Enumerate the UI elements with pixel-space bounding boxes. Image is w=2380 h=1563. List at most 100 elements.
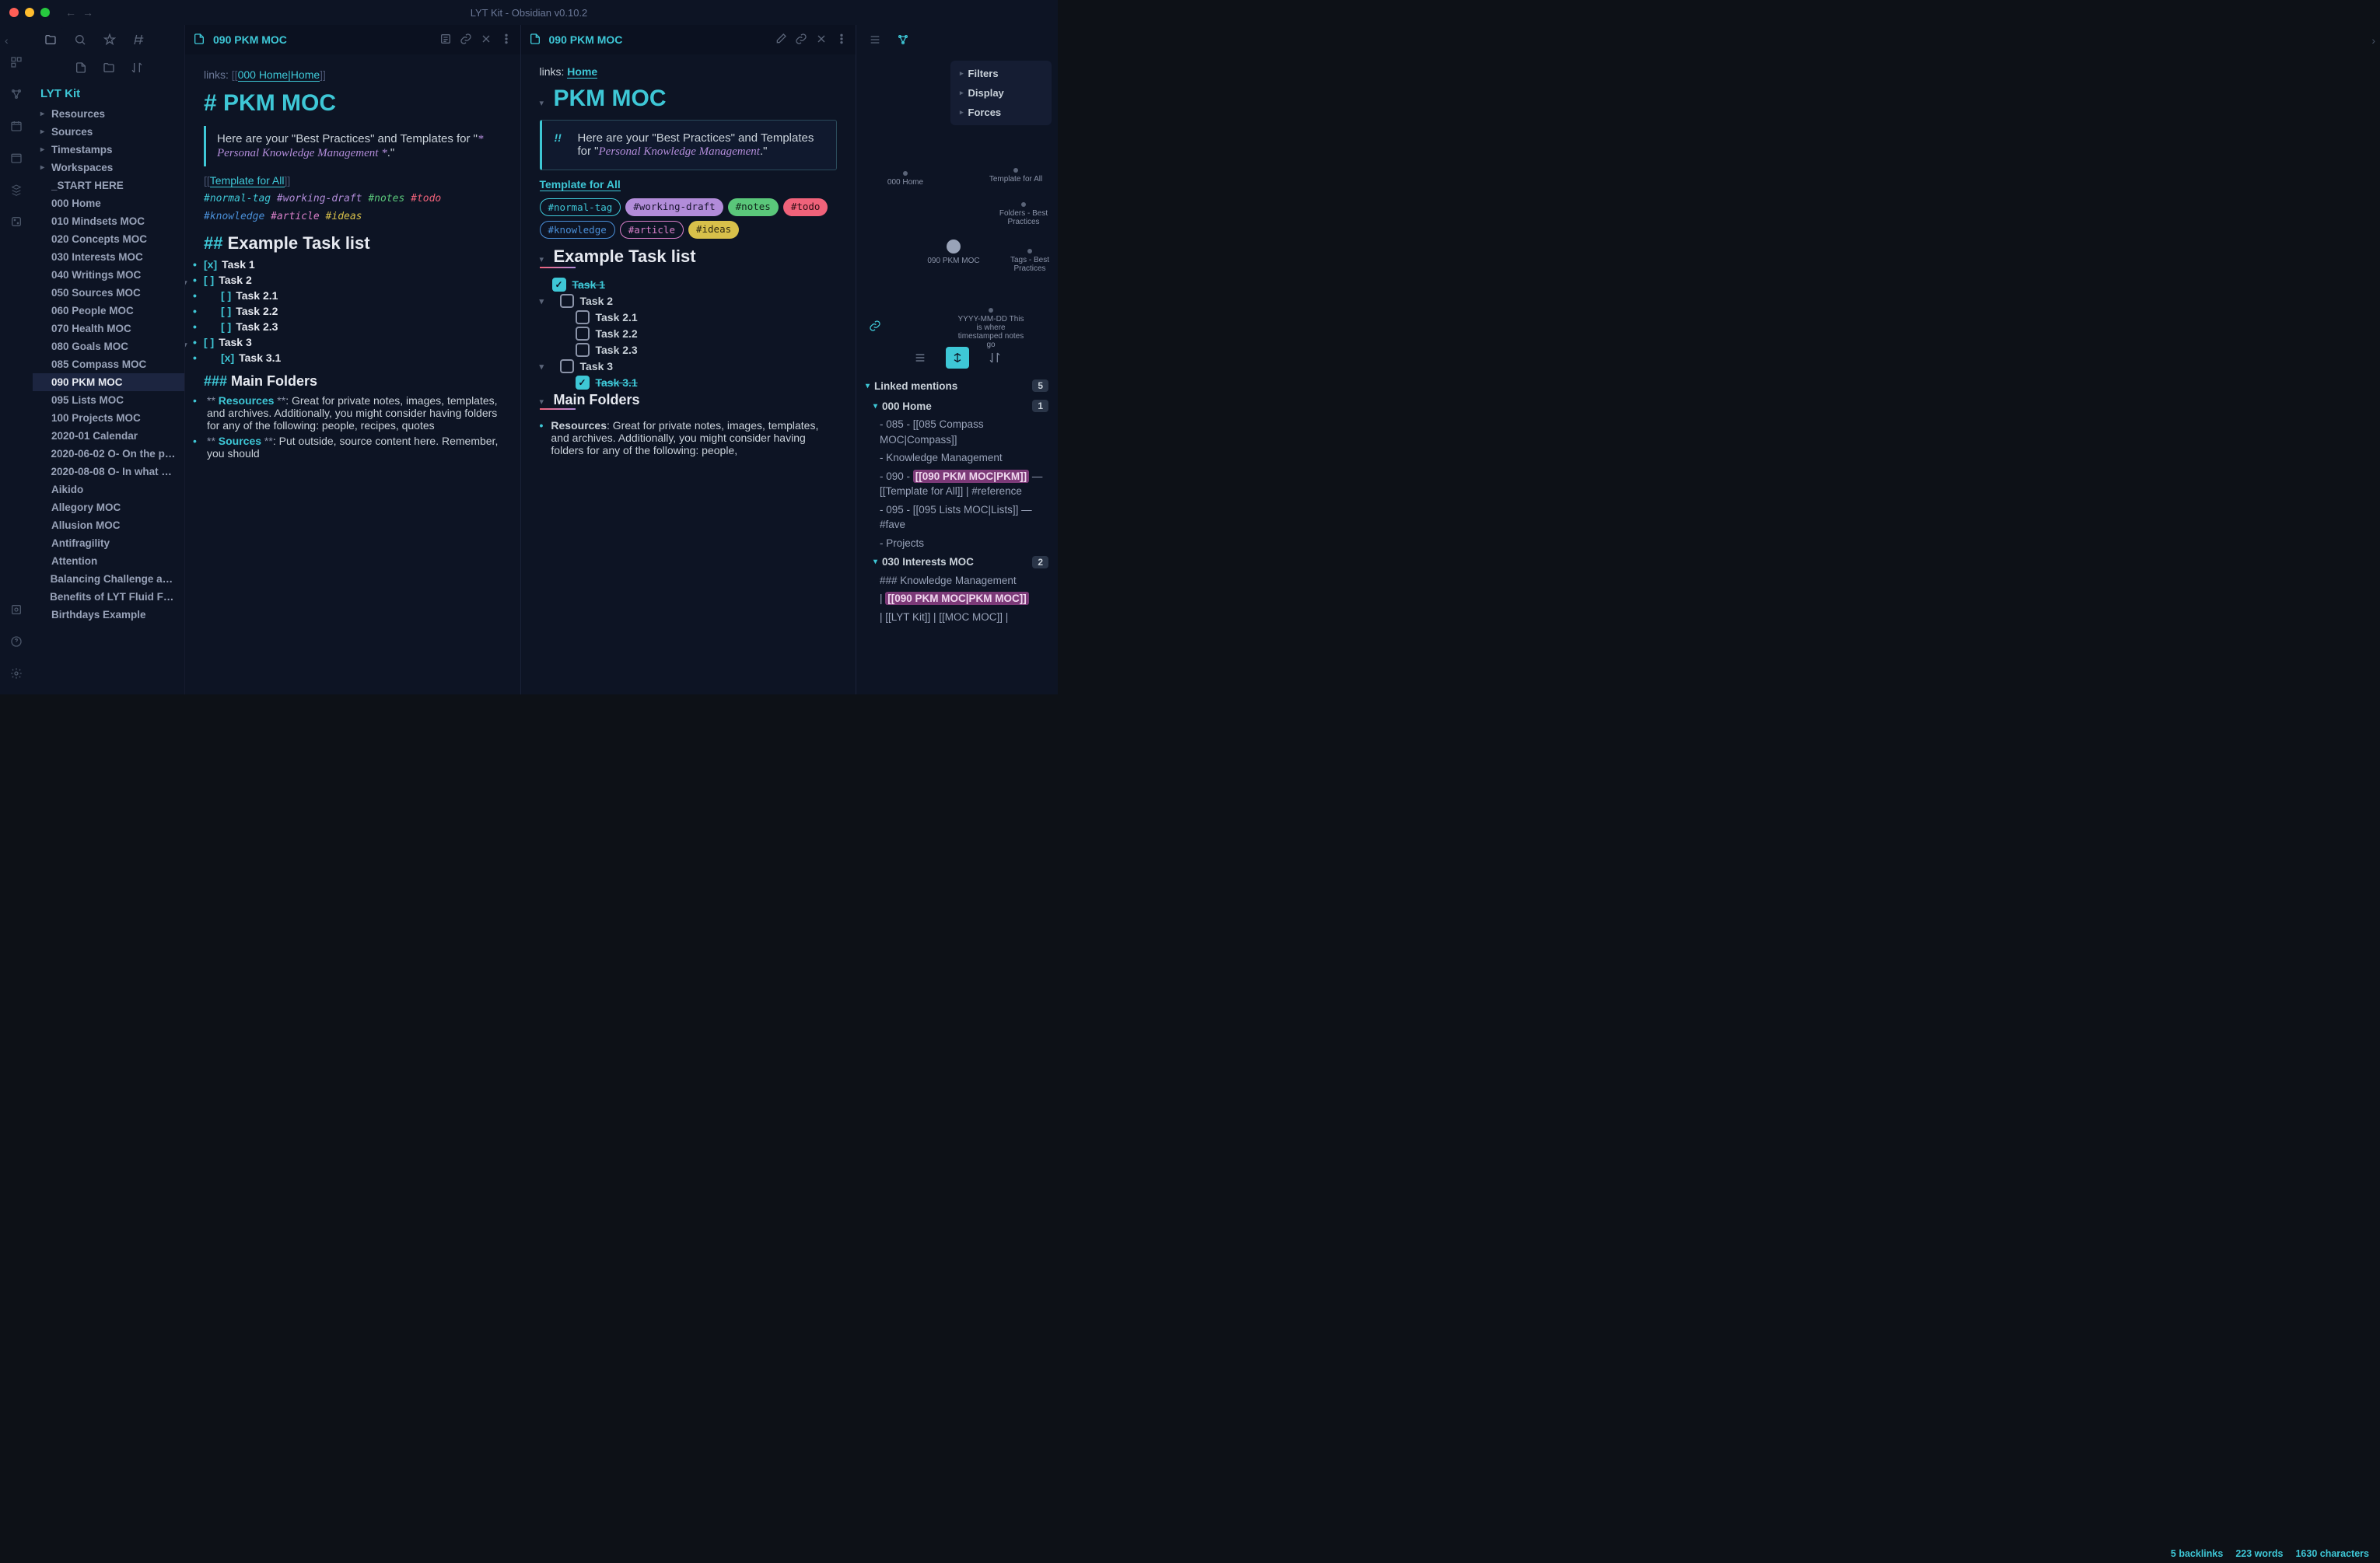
tag-pill[interactable]: #working-draft bbox=[625, 198, 723, 216]
backlink-match[interactable]: - 095 - [[095 Lists MOC|Lists]] — #fave bbox=[866, 501, 1048, 534]
collapse-right-icon[interactable]: › bbox=[2371, 34, 2375, 47]
tag-pill[interactable]: #ideas bbox=[688, 221, 739, 239]
graph-node[interactable]: Folders - Best Practices bbox=[989, 202, 1059, 226]
task-line[interactable]: •[ ]Task 2.3 bbox=[204, 320, 502, 333]
tree-folder[interactable]: ▸Resources bbox=[33, 105, 184, 123]
tree-file[interactable]: 2020-01 Calendar bbox=[33, 427, 184, 445]
graph-setting-group[interactable]: ▸Filters bbox=[954, 64, 1048, 83]
sort-results-icon[interactable] bbox=[983, 347, 1006, 369]
status-char-count[interactable]: 1630 characters bbox=[2295, 1548, 2369, 1559]
tag[interactable]: #article bbox=[271, 211, 325, 222]
backlink-file-group[interactable]: ▾030 Interests MOC2 bbox=[866, 553, 1048, 572]
tree-file[interactable]: Attention bbox=[33, 552, 184, 570]
linked-mentions-header[interactable]: ▾ Linked mentions 5 bbox=[866, 375, 1048, 397]
edit-mode-icon[interactable] bbox=[775, 33, 787, 47]
more-options-icon[interactable] bbox=[500, 33, 513, 47]
more-options-icon[interactable] bbox=[835, 33, 848, 47]
backlinks-tab[interactable] bbox=[861, 314, 889, 337]
editor-body[interactable]: links: [[000 Home|Home]] ▾# PKM MOC Here… bbox=[185, 54, 520, 694]
tag[interactable]: #knowledge bbox=[204, 211, 271, 222]
tree-file[interactable]: Balancing Challenge and Sk bbox=[33, 570, 184, 588]
tree-file[interactable]: 000 Home bbox=[33, 194, 184, 212]
task-item[interactable]: ▾Task 3 bbox=[540, 359, 838, 373]
tree-file[interactable]: 085 Compass MOC bbox=[33, 355, 184, 373]
tree-file[interactable]: 010 Mindsets MOC bbox=[33, 212, 184, 230]
task-item[interactable]: ✓Task 3.1 bbox=[540, 376, 838, 390]
tag-pill[interactable]: #normal-tag bbox=[540, 198, 621, 216]
tree-file[interactable]: 080 Goals MOC bbox=[33, 337, 184, 355]
pane-title[interactable]: 090 PKM MOC bbox=[549, 33, 623, 46]
quick-switcher-icon[interactable] bbox=[10, 56, 23, 71]
internal-link[interactable]: Template for All bbox=[540, 178, 621, 191]
outline-tab[interactable] bbox=[861, 28, 889, 51]
show-context-icon[interactable] bbox=[946, 347, 969, 369]
window-maximize-button[interactable] bbox=[40, 8, 50, 17]
tree-file[interactable]: Antifragility bbox=[33, 534, 184, 552]
graph-setting-group[interactable]: ▸Display bbox=[954, 83, 1048, 103]
backlink-match[interactable]: | [[LYT Kit]] | [[MOC MOC]] | bbox=[866, 608, 1048, 627]
task-item[interactable]: Task 2.1 bbox=[540, 310, 838, 324]
preview-body[interactable]: links: Home ▾PKM MOC !! Here are your "B… bbox=[521, 54, 856, 694]
collapse-results-icon[interactable] bbox=[908, 347, 932, 369]
tree-file[interactable]: 040 Writings MOC bbox=[33, 266, 184, 284]
vault-icon[interactable] bbox=[10, 603, 23, 618]
graph-node[interactable]: 090 PKM MOC bbox=[919, 240, 989, 265]
local-graph[interactable]: ▸Filters▸Display▸Forces 000 HomeTemplate… bbox=[856, 54, 1058, 311]
tree-file[interactable]: _START HERE bbox=[33, 177, 184, 194]
backlink-match[interactable]: - Knowledge Management bbox=[866, 449, 1048, 467]
daily-notes-icon[interactable] bbox=[10, 120, 23, 135]
nav-back-icon[interactable]: ← bbox=[65, 6, 76, 19]
task-line[interactable]: •[x]Task 1 bbox=[204, 258, 502, 271]
vault-title[interactable]: LYT Kit bbox=[33, 82, 184, 105]
tag-pill[interactable]: #notes bbox=[728, 198, 779, 216]
preview-mode-icon[interactable] bbox=[439, 33, 452, 47]
tree-file[interactable]: 060 People MOC bbox=[33, 302, 184, 320]
task-item[interactable]: Task 2.2 bbox=[540, 327, 838, 341]
tag-pill[interactable]: #todo bbox=[783, 198, 828, 216]
tag-pill[interactable]: #knowledge bbox=[540, 221, 615, 239]
tree-file[interactable]: 2020-08-08 O- In what way bbox=[33, 463, 184, 481]
close-pane-icon[interactable] bbox=[480, 33, 492, 47]
task-item[interactable]: Task 2.3 bbox=[540, 343, 838, 357]
help-icon[interactable] bbox=[10, 635, 23, 650]
file-explorer-tab[interactable] bbox=[37, 28, 64, 51]
tree-file[interactable]: Allusion MOC bbox=[33, 516, 184, 534]
local-graph-tab[interactable] bbox=[889, 28, 917, 51]
fold-icon[interactable]: ▾ bbox=[540, 397, 549, 407]
tree-file[interactable]: 090 PKM MOC bbox=[33, 373, 184, 391]
sort-icon[interactable] bbox=[131, 61, 143, 76]
new-folder-icon[interactable] bbox=[103, 61, 115, 76]
tree-file[interactable]: 070 Health MOC bbox=[33, 320, 184, 337]
checkbox[interactable]: ✓ bbox=[552, 278, 566, 292]
tag-pill[interactable]: #article bbox=[620, 221, 684, 239]
backlink-file-group[interactable]: ▾000 Home1 bbox=[866, 397, 1048, 415]
backlink-match[interactable]: ### Knowledge Management bbox=[866, 572, 1048, 590]
window-close-button[interactable] bbox=[9, 8, 19, 17]
link-pane-icon[interactable] bbox=[795, 33, 807, 47]
task-item[interactable]: ▾Task 2 bbox=[540, 294, 838, 308]
nav-forward-icon[interactable]: → bbox=[82, 6, 93, 19]
fold-icon[interactable]: ▾ bbox=[540, 98, 549, 108]
checkbox[interactable] bbox=[576, 310, 590, 324]
tree-file[interactable]: Aikido bbox=[33, 481, 184, 498]
window-minimize-button[interactable] bbox=[25, 8, 34, 17]
graph-view-icon[interactable] bbox=[10, 88, 23, 103]
graph-node[interactable]: 000 Home bbox=[870, 171, 940, 187]
collapse-left-icon[interactable]: ‹ bbox=[5, 34, 9, 47]
calendar-icon[interactable] bbox=[10, 152, 23, 166]
tree-file[interactable]: 2020-06-02 O- On the proc bbox=[33, 445, 184, 463]
tag[interactable]: #normal-tag bbox=[204, 193, 277, 205]
tags-tab[interactable] bbox=[126, 28, 152, 51]
internal-link[interactable]: 000 Home|Home bbox=[238, 68, 320, 82]
pane-title[interactable]: 090 PKM MOC bbox=[213, 33, 287, 46]
tree-folder[interactable]: ▸Workspaces bbox=[33, 159, 184, 177]
tree-folder[interactable]: ▸Sources bbox=[33, 123, 184, 141]
starred-tab[interactable] bbox=[96, 28, 123, 51]
tree-file[interactable]: Birthdays Example bbox=[33, 606, 184, 624]
internal-link[interactable]: Template for All bbox=[210, 174, 285, 187]
graph-node[interactable]: YYYY-MM-DD This is where timestamped not… bbox=[956, 308, 1026, 349]
settings-icon[interactable] bbox=[10, 667, 23, 682]
search-tab[interactable] bbox=[67, 28, 93, 51]
random-note-icon[interactable] bbox=[10, 215, 23, 230]
graph-node[interactable]: Tags - Best Practices bbox=[995, 249, 1065, 273]
